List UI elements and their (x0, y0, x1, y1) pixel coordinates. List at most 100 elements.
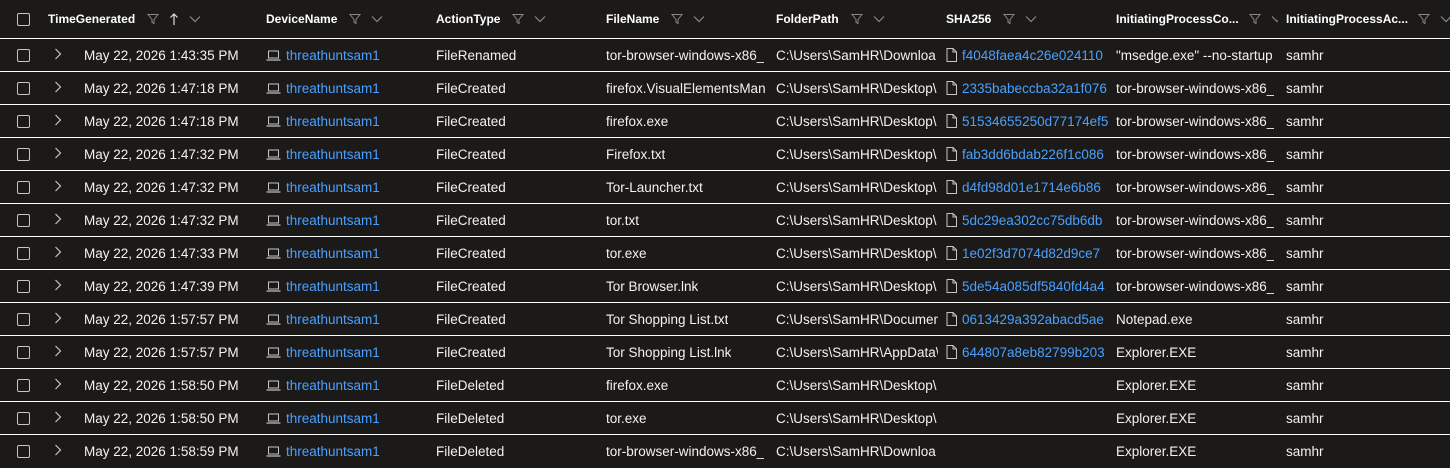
device-link[interactable]: threathuntsam1 (286, 411, 380, 426)
column-header-initiatingprocesscommandline[interactable]: InitiatingProcessCo... (1116, 0, 1278, 38)
chevron-down-icon[interactable] (189, 15, 201, 23)
row-checkbox[interactable] (17, 411, 30, 425)
row-checkbox[interactable] (17, 246, 30, 260)
filter-icon[interactable] (1003, 13, 1016, 25)
row-checkbox[interactable] (17, 444, 30, 458)
expand-row-button[interactable] (48, 204, 68, 236)
device-link[interactable]: threathuntsam1 (286, 81, 380, 96)
cell-initiatingprocessaccountname: samhr (1286, 369, 1450, 401)
chevron-down-icon[interactable] (1271, 15, 1278, 23)
sha256-link[interactable]: 51534655250d77174ef5 (962, 114, 1108, 129)
expand-row-button[interactable] (48, 39, 68, 71)
row-checkbox[interactable] (17, 345, 30, 359)
chevron-down-icon[interactable] (534, 15, 546, 23)
filename-value: firefox.VisualElementsMan (606, 80, 766, 96)
chevron-down-icon[interactable] (371, 15, 383, 23)
sha256-link[interactable]: 5de54a085df5840fd4a4 (962, 279, 1105, 294)
expand-row-button[interactable] (48, 336, 68, 368)
table-row[interactable]: May 22, 2026 1:47:32 PM threathuntsam1 F… (0, 170, 1450, 203)
expand-row-button[interactable] (48, 303, 68, 335)
table-row[interactable]: May 22, 2026 1:58:59 PM threathuntsam1 F… (0, 434, 1450, 467)
column-header-folderpath[interactable]: FolderPath (776, 0, 938, 38)
device-link[interactable]: threathuntsam1 (286, 345, 380, 360)
row-checkbox[interactable] (17, 180, 30, 194)
chevron-down-icon[interactable] (1025, 15, 1037, 23)
commandline-value: tor-browser-windows-x86_ (1116, 245, 1275, 261)
row-select-cell (17, 303, 35, 335)
column-header-devicename[interactable]: DeviceName (266, 0, 428, 38)
expand-row-button[interactable] (48, 171, 68, 203)
filter-icon[interactable] (1248, 13, 1261, 25)
sha256-link[interactable]: 5dc29ea302cc75db6db (962, 213, 1102, 228)
actiontype-value: FileCreated (436, 245, 506, 261)
chevron-down-icon[interactable] (873, 15, 885, 23)
select-all-checkbox[interactable] (17, 12, 30, 26)
column-header-actiontype[interactable]: ActionType (436, 0, 598, 38)
expand-row-button[interactable] (48, 237, 68, 269)
device-link[interactable]: threathuntsam1 (286, 213, 380, 228)
cell-initiatingprocesscommandline: tor-browser-windows-x86_ (1116, 105, 1278, 137)
sha256-link[interactable]: fab3dd6bdab226f1c086 (962, 147, 1104, 162)
table-row[interactable]: May 22, 2026 1:47:18 PM threathuntsam1 F… (0, 71, 1450, 104)
sha256-link[interactable]: f4048faea4c26e024110 (962, 48, 1103, 63)
row-checkbox[interactable] (17, 81, 30, 95)
table-row[interactable]: May 22, 2026 1:57:57 PM threathuntsam1 F… (0, 335, 1450, 368)
column-header-sha256[interactable]: SHA256 (946, 0, 1108, 38)
expand-row-button[interactable] (48, 402, 68, 434)
column-header-label: ActionType (436, 12, 501, 26)
device-link[interactable]: threathuntsam1 (286, 279, 380, 294)
row-checkbox[interactable] (17, 378, 30, 392)
expand-row-button[interactable] (48, 435, 68, 467)
table-row[interactable]: May 22, 2026 1:47:32 PM threathuntsam1 F… (0, 203, 1450, 236)
device-link[interactable]: threathuntsam1 (286, 246, 380, 261)
filter-icon[interactable] (512, 13, 525, 25)
table-row[interactable]: May 22, 2026 1:58:50 PM threathuntsam1 F… (0, 401, 1450, 434)
table-row[interactable]: May 22, 2026 1:47:39 PM threathuntsam1 F… (0, 269, 1450, 302)
sha256-link[interactable]: 0613429a392abacd5ae (962, 312, 1104, 327)
sha256-link[interactable]: 644807a8eb82799b203 (962, 345, 1105, 360)
sort-ascending-icon[interactable] (169, 12, 179, 26)
row-checkbox[interactable] (17, 114, 30, 128)
column-header-timegenerated[interactable]: TimeGenerated (48, 0, 258, 38)
chevron-down-icon[interactable] (693, 15, 705, 23)
device-link[interactable]: threathuntsam1 (286, 378, 380, 393)
device-link[interactable]: threathuntsam1 (286, 444, 380, 459)
row-checkbox[interactable] (17, 213, 30, 227)
chevron-down-icon[interactable] (1440, 15, 1450, 23)
table-row[interactable]: May 22, 2026 1:58:50 PM threathuntsam1 F… (0, 368, 1450, 401)
device-link[interactable]: threathuntsam1 (286, 180, 380, 195)
expand-row-button[interactable] (48, 270, 68, 302)
laptop-icon (266, 182, 281, 193)
expand-row-button[interactable] (48, 105, 68, 137)
commandline-value: tor-browser-windows-x86_ (1116, 179, 1275, 195)
row-checkbox[interactable] (17, 48, 30, 62)
table-row[interactable]: May 22, 2026 1:47:18 PM threathuntsam1 F… (0, 104, 1450, 137)
cell-timegenerated: May 22, 2026 1:47:32 PM (84, 138, 258, 170)
device-link[interactable]: threathuntsam1 (286, 312, 380, 327)
filter-icon[interactable] (850, 13, 863, 25)
filter-icon[interactable] (671, 13, 684, 25)
filter-icon[interactable] (349, 13, 362, 25)
laptop-icon (266, 347, 281, 358)
column-header-initiatingprocessaccountname[interactable]: InitiatingProcessAc... (1286, 0, 1450, 38)
expand-row-button[interactable] (48, 138, 68, 170)
table-row[interactable]: May 22, 2026 1:47:32 PM threathuntsam1 F… (0, 137, 1450, 170)
filter-icon[interactable] (147, 13, 160, 25)
row-checkbox[interactable] (17, 147, 30, 161)
sha256-link[interactable]: 2335babeccba32a1f076 (962, 81, 1107, 96)
table-row[interactable]: May 22, 2026 1:47:33 PM threathuntsam1 F… (0, 236, 1450, 269)
folderpath-value: C:\Users\SamHR\Desktop\ (776, 179, 937, 195)
device-link[interactable]: threathuntsam1 (286, 147, 380, 162)
device-link[interactable]: threathuntsam1 (286, 114, 380, 129)
row-checkbox[interactable] (17, 279, 30, 293)
device-link[interactable]: threathuntsam1 (286, 48, 380, 63)
expand-row-button[interactable] (48, 369, 68, 401)
column-header-filename[interactable]: FileName (606, 0, 768, 38)
sha256-link[interactable]: 1e02f3d7074d82d9ce7 (962, 246, 1100, 261)
table-row[interactable]: May 22, 2026 1:43:35 PM threathuntsam1 F… (0, 38, 1450, 71)
row-checkbox[interactable] (17, 312, 30, 326)
table-row[interactable]: May 22, 2026 1:57:57 PM threathuntsam1 F… (0, 302, 1450, 335)
filter-icon[interactable] (1418, 13, 1431, 25)
expand-row-button[interactable] (48, 72, 68, 104)
sha256-link[interactable]: d4fd98d01e1714e6b86 (962, 180, 1101, 195)
